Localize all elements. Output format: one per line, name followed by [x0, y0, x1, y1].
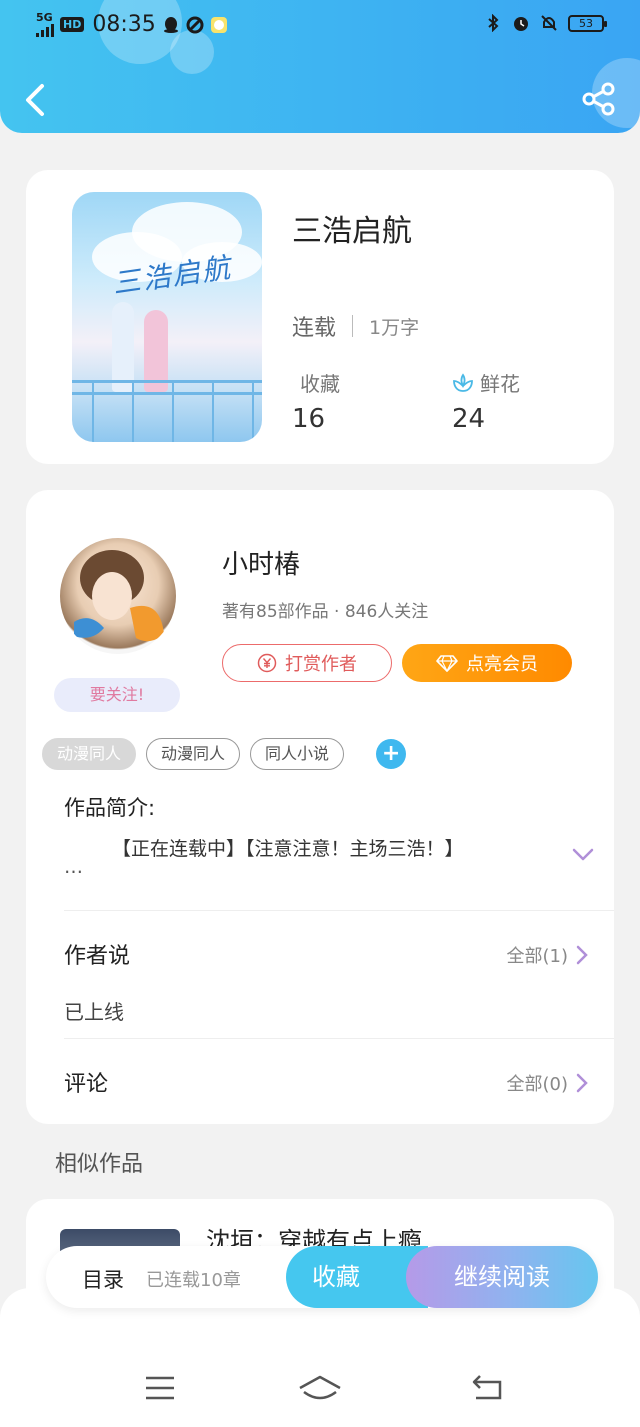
reading-action-bar: 目录 已连载10章 收藏 继续阅读: [46, 1246, 598, 1308]
status-bar: 5G HD 08:35 53: [0, 0, 640, 50]
alarm-icon: [514, 17, 528, 31]
share-icon[interactable]: [582, 82, 616, 116]
divider: [64, 1038, 614, 1039]
back-icon[interactable]: [22, 82, 52, 118]
serial-status: 连载: [292, 316, 337, 341]
network-type: 5G: [36, 11, 53, 24]
follow-prompt-tag[interactable]: 要关注!: [54, 678, 180, 712]
author-avatar[interactable]: [60, 538, 176, 654]
intro-text: 【正在连载中】【注意注意！主场三浩！】: [112, 838, 464, 860]
book-status-line: 连载 1万字: [292, 310, 419, 342]
app-icon: [186, 16, 204, 33]
tag-item[interactable]: 动漫同人: [42, 738, 137, 770]
menu-icon[interactable]: [144, 1374, 176, 1402]
intro-ellipsis: …: [64, 856, 83, 878]
vip-button[interactable]: 点亮会员: [402, 644, 572, 682]
reward-author-button[interactable]: 打赏作者: [222, 644, 392, 682]
continue-reading-button[interactable]: 继续阅读: [406, 1246, 598, 1308]
author-name[interactable]: 小时椿: [222, 544, 300, 581]
book-info-card: 三浩启航 三浩启航 连载 1万字 收藏 16 鲜花 24: [26, 170, 614, 464]
chevron-down-icon[interactable]: [572, 848, 594, 862]
flowers-label: 鲜花: [480, 372, 520, 396]
reward-author-label: 打赏作者: [285, 654, 357, 675]
favorites-count: 16: [292, 404, 326, 434]
similar-works-title: 相似作品: [55, 1152, 144, 1177]
toc-button[interactable]: 目录: [82, 1264, 124, 1294]
mute-bell-icon: [541, 15, 557, 31]
author-says-all-link[interactable]: 全部(1): [507, 942, 589, 968]
comments-all-label: 全部(0): [506, 1074, 569, 1095]
emoji-app-icon: [210, 16, 227, 33]
flowers-stat[interactable]: 鲜花: [452, 368, 520, 397]
author-says-text: 已上线: [64, 1000, 124, 1024]
signal-icon: 5G: [36, 12, 54, 37]
clock: 08:35: [92, 12, 156, 37]
home-icon[interactable]: [298, 1374, 342, 1402]
diamond-icon: [436, 655, 458, 672]
chevron-right-icon: [576, 945, 588, 965]
word-count: 1万字: [369, 316, 420, 339]
header-bar: 5G HD 08:35 53: [0, 0, 640, 133]
tag-item[interactable]: 同人小说: [250, 738, 345, 770]
penguin-icon: [163, 16, 178, 33]
comments-all-link[interactable]: 全部(0): [507, 1070, 589, 1096]
vip-label: 点亮会员: [466, 654, 538, 675]
back-nav-icon[interactable]: [472, 1374, 504, 1402]
tag-item[interactable]: 动漫同人: [146, 738, 241, 770]
author-says-all-label: 全部(1): [506, 946, 569, 967]
author-says-title: 作者说: [64, 944, 131, 969]
author-meta: 著有85部作品 · 846人关注: [222, 602, 429, 622]
add-tag-icon[interactable]: +: [376, 739, 407, 769]
tag-list: 动漫同人 动漫同人 同人小说 +: [42, 738, 407, 770]
divider: [64, 910, 614, 911]
hd-badge: HD: [60, 17, 85, 32]
author-card: 要关注! 小时椿 著有85部作品 · 846人关注 打赏作者 点亮会员 动漫同人…: [26, 490, 614, 1124]
chapter-count: 已连载10章: [146, 1270, 241, 1291]
book-cover[interactable]: 三浩启航: [72, 192, 262, 442]
book-title: 三浩启航: [292, 214, 412, 249]
bottom-nav-area: [0, 1288, 640, 1427]
flower-icon: [453, 372, 473, 392]
bluetooth-icon: [488, 14, 499, 32]
flowers-count: 24: [452, 404, 486, 434]
favorites-label: 收藏: [300, 372, 340, 396]
chevron-right-icon: [576, 1073, 588, 1093]
coin-icon: [257, 653, 277, 673]
comments-title: 评论: [64, 1072, 109, 1097]
battery-indicator: 53: [568, 14, 607, 32]
intro-label: 作品简介:: [64, 796, 156, 820]
